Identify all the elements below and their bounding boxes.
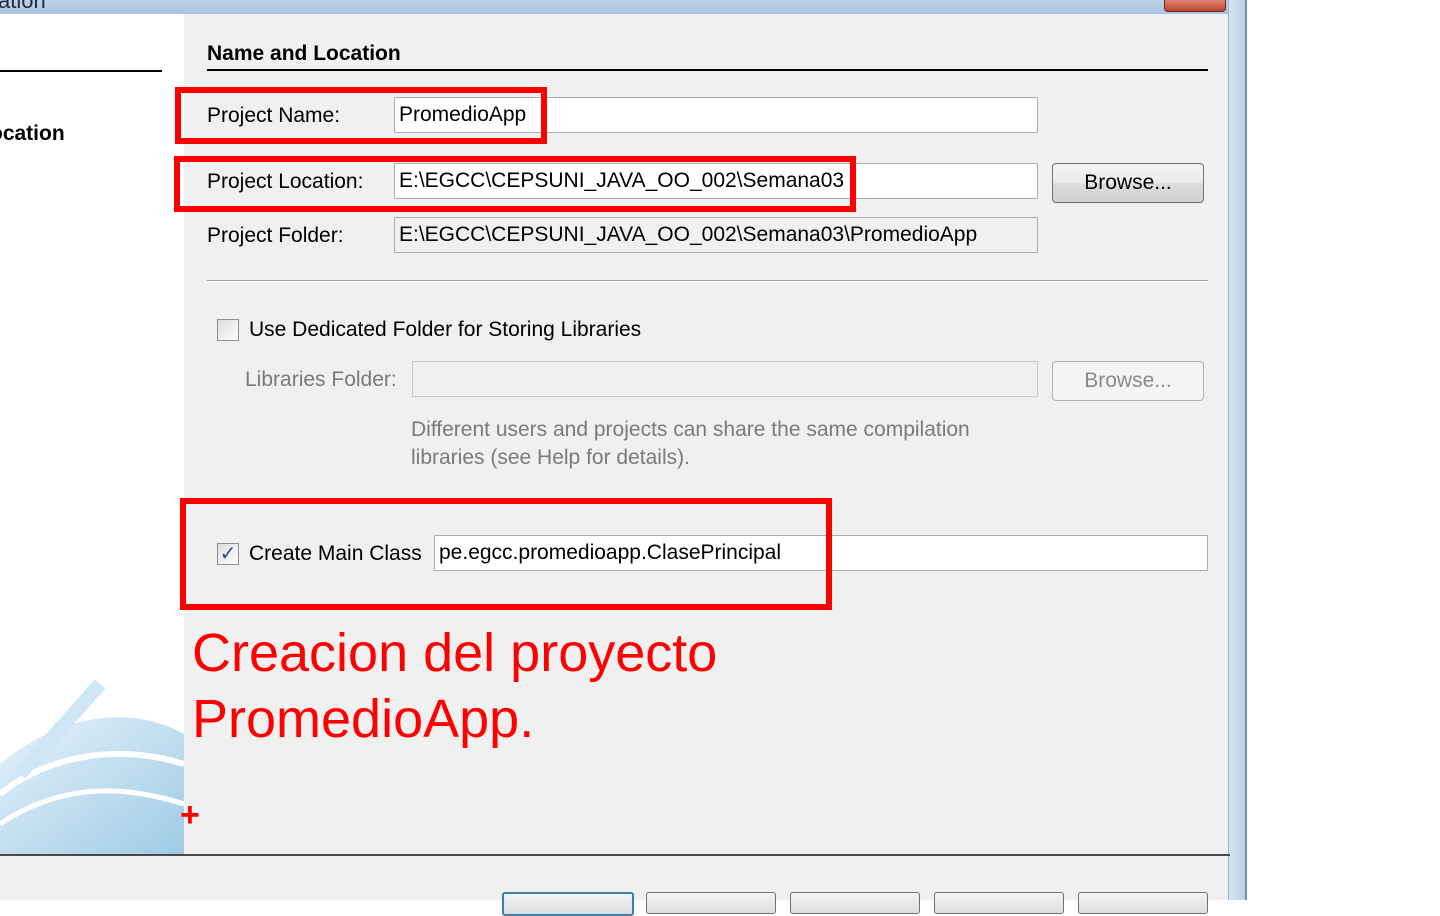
steps-divider	[0, 70, 162, 72]
libraries-folder-label: Libraries Folder:	[245, 368, 397, 391]
desktop-background	[1246, 0, 1440, 900]
dedicated-folder-label: Use Dedicated Folder for Storing Librari…	[249, 318, 642, 341]
cursor-crosshair-icon: +	[180, 796, 200, 834]
window-titlebar: ation	[0, 0, 1244, 15]
annotation-text: Creacion del proyecto PromedioApp.	[192, 620, 717, 752]
libraries-folder-input[interactable]	[412, 361, 1038, 397]
wizard-button-next[interactable]	[646, 892, 776, 914]
window-right-border	[1228, 0, 1247, 900]
section-title-underline	[207, 69, 1208, 71]
highlight-main-class	[180, 498, 832, 610]
wizard-steps-panel: t ocation	[0, 14, 184, 854]
highlight-project-location	[174, 156, 856, 212]
libraries-help-text-line2: libraries (see Help for details).	[411, 446, 690, 469]
netbeans-swoosh-graphic	[0, 679, 184, 854]
wizard-button-cancel[interactable]	[934, 892, 1064, 914]
window-title: ation	[0, 0, 46, 13]
close-icon[interactable]	[1164, 0, 1226, 12]
project-folder-label: Project Folder:	[207, 224, 344, 247]
annotation-line-1: Creacion del proyecto	[192, 623, 718, 683]
browse-location-button[interactable]: Browse...	[1052, 163, 1204, 203]
highlight-project-name	[175, 87, 547, 144]
project-folder-field: E:\EGCC\CEPSUNI_JAVA_OO_002\Semana03\Pro…	[394, 217, 1038, 253]
wizard-button-back[interactable]	[502, 892, 634, 916]
annotation-line-2: PromedioApp.	[192, 689, 535, 749]
libraries-help-text-line1: Different users and projects can share t…	[411, 418, 970, 441]
dedicated-folder-checkbox[interactable]	[217, 319, 239, 341]
form-divider	[207, 280, 1208, 282]
step-item-name-location: ocation	[0, 122, 65, 145]
wizard-button-finish[interactable]	[790, 892, 920, 914]
section-title: Name and Location	[207, 42, 401, 65]
wizard-button-help[interactable]	[1078, 892, 1208, 914]
browse-libraries-button[interactable]: Browse...	[1052, 361, 1204, 401]
